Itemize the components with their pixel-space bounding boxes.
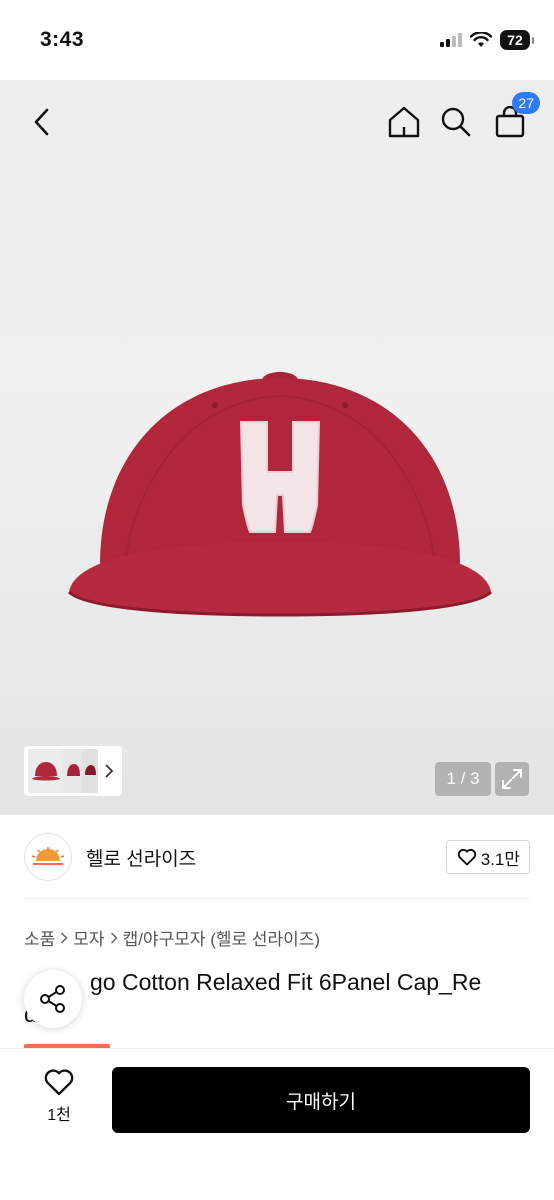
cart-count-badge: 27 [512, 92, 540, 114]
back-button[interactable] [18, 98, 66, 146]
divider [24, 898, 530, 899]
expand-icon [502, 769, 522, 789]
image-counter: 1 / 3 [435, 762, 491, 796]
bottom-action-bar: 1천 구매하기 [0, 1048, 554, 1200]
cap-thumbnail-image [32, 762, 60, 781]
brand-row[interactable]: 헬로 선라이즈 3.1만 [24, 832, 530, 882]
expand-image-button[interactable] [495, 762, 529, 796]
brand-name[interactable]: 헬로 선라이즈 [86, 844, 196, 871]
home-button[interactable] [380, 98, 428, 146]
brand-like-count: 3.1만 [480, 849, 520, 869]
top-nav: 27 [0, 90, 554, 154]
share-button[interactable] [24, 970, 82, 1028]
thumbnail-strip[interactable] [24, 746, 122, 796]
wishlist-button[interactable]: 1천 [30, 1067, 88, 1131]
cap-thumbnail-image [67, 764, 80, 776]
cap-thumbnail-image [85, 765, 96, 775]
signal-icon [440, 33, 462, 47]
status-icons: 72 [440, 30, 534, 50]
status-time: 3:43 [40, 28, 85, 51]
product-title: go Cotton Relaxed Fit 6Panel Cap_Re d [24, 966, 534, 1030]
buy-button[interactable]: 구매하기 [112, 1067, 530, 1133]
breadcrumb-item[interactable]: 모자 [73, 925, 104, 950]
thumbnail-1[interactable] [28, 749, 64, 793]
product-gallery[interactable]: 27 1 / 3 [0, 80, 554, 815]
breadcrumb: 소품 모자 캡/야구모자 (헬로 선라이즈) [24, 925, 320, 950]
battery-indicator: 72 [500, 30, 534, 50]
search-button[interactable] [432, 98, 480, 146]
product-image [67, 372, 493, 617]
thumbnail-3[interactable] [82, 749, 98, 793]
sunrise-logo-icon [31, 847, 65, 865]
search-icon [441, 107, 471, 137]
chevron-right-icon [60, 931, 68, 944]
back-icon [34, 108, 49, 136]
brand-like-button[interactable]: 3.1만 [445, 840, 530, 874]
wifi-icon [470, 32, 492, 47]
breadcrumb-item[interactable]: 소품 [24, 925, 55, 950]
heart-icon [457, 848, 476, 866]
chevron-right-icon [110, 931, 118, 944]
breadcrumb-item[interactable]: 캡/야구모자 (헬로 선라이즈) [123, 925, 321, 950]
product-title-line1: go Cotton Relaxed Fit 6Panel Cap_Re [90, 969, 482, 995]
heart-icon [44, 1069, 74, 1096]
home-icon [388, 106, 420, 138]
status-bar: 3:43 72 [0, 0, 554, 80]
brand-logo[interactable] [24, 833, 72, 881]
wishlist-count: 1천 [47, 1107, 71, 1124]
cart-button[interactable]: 27 [486, 92, 540, 146]
share-icon [40, 985, 65, 1013]
thumbnail-2[interactable] [62, 749, 84, 793]
chevron-right-icon [105, 764, 114, 778]
